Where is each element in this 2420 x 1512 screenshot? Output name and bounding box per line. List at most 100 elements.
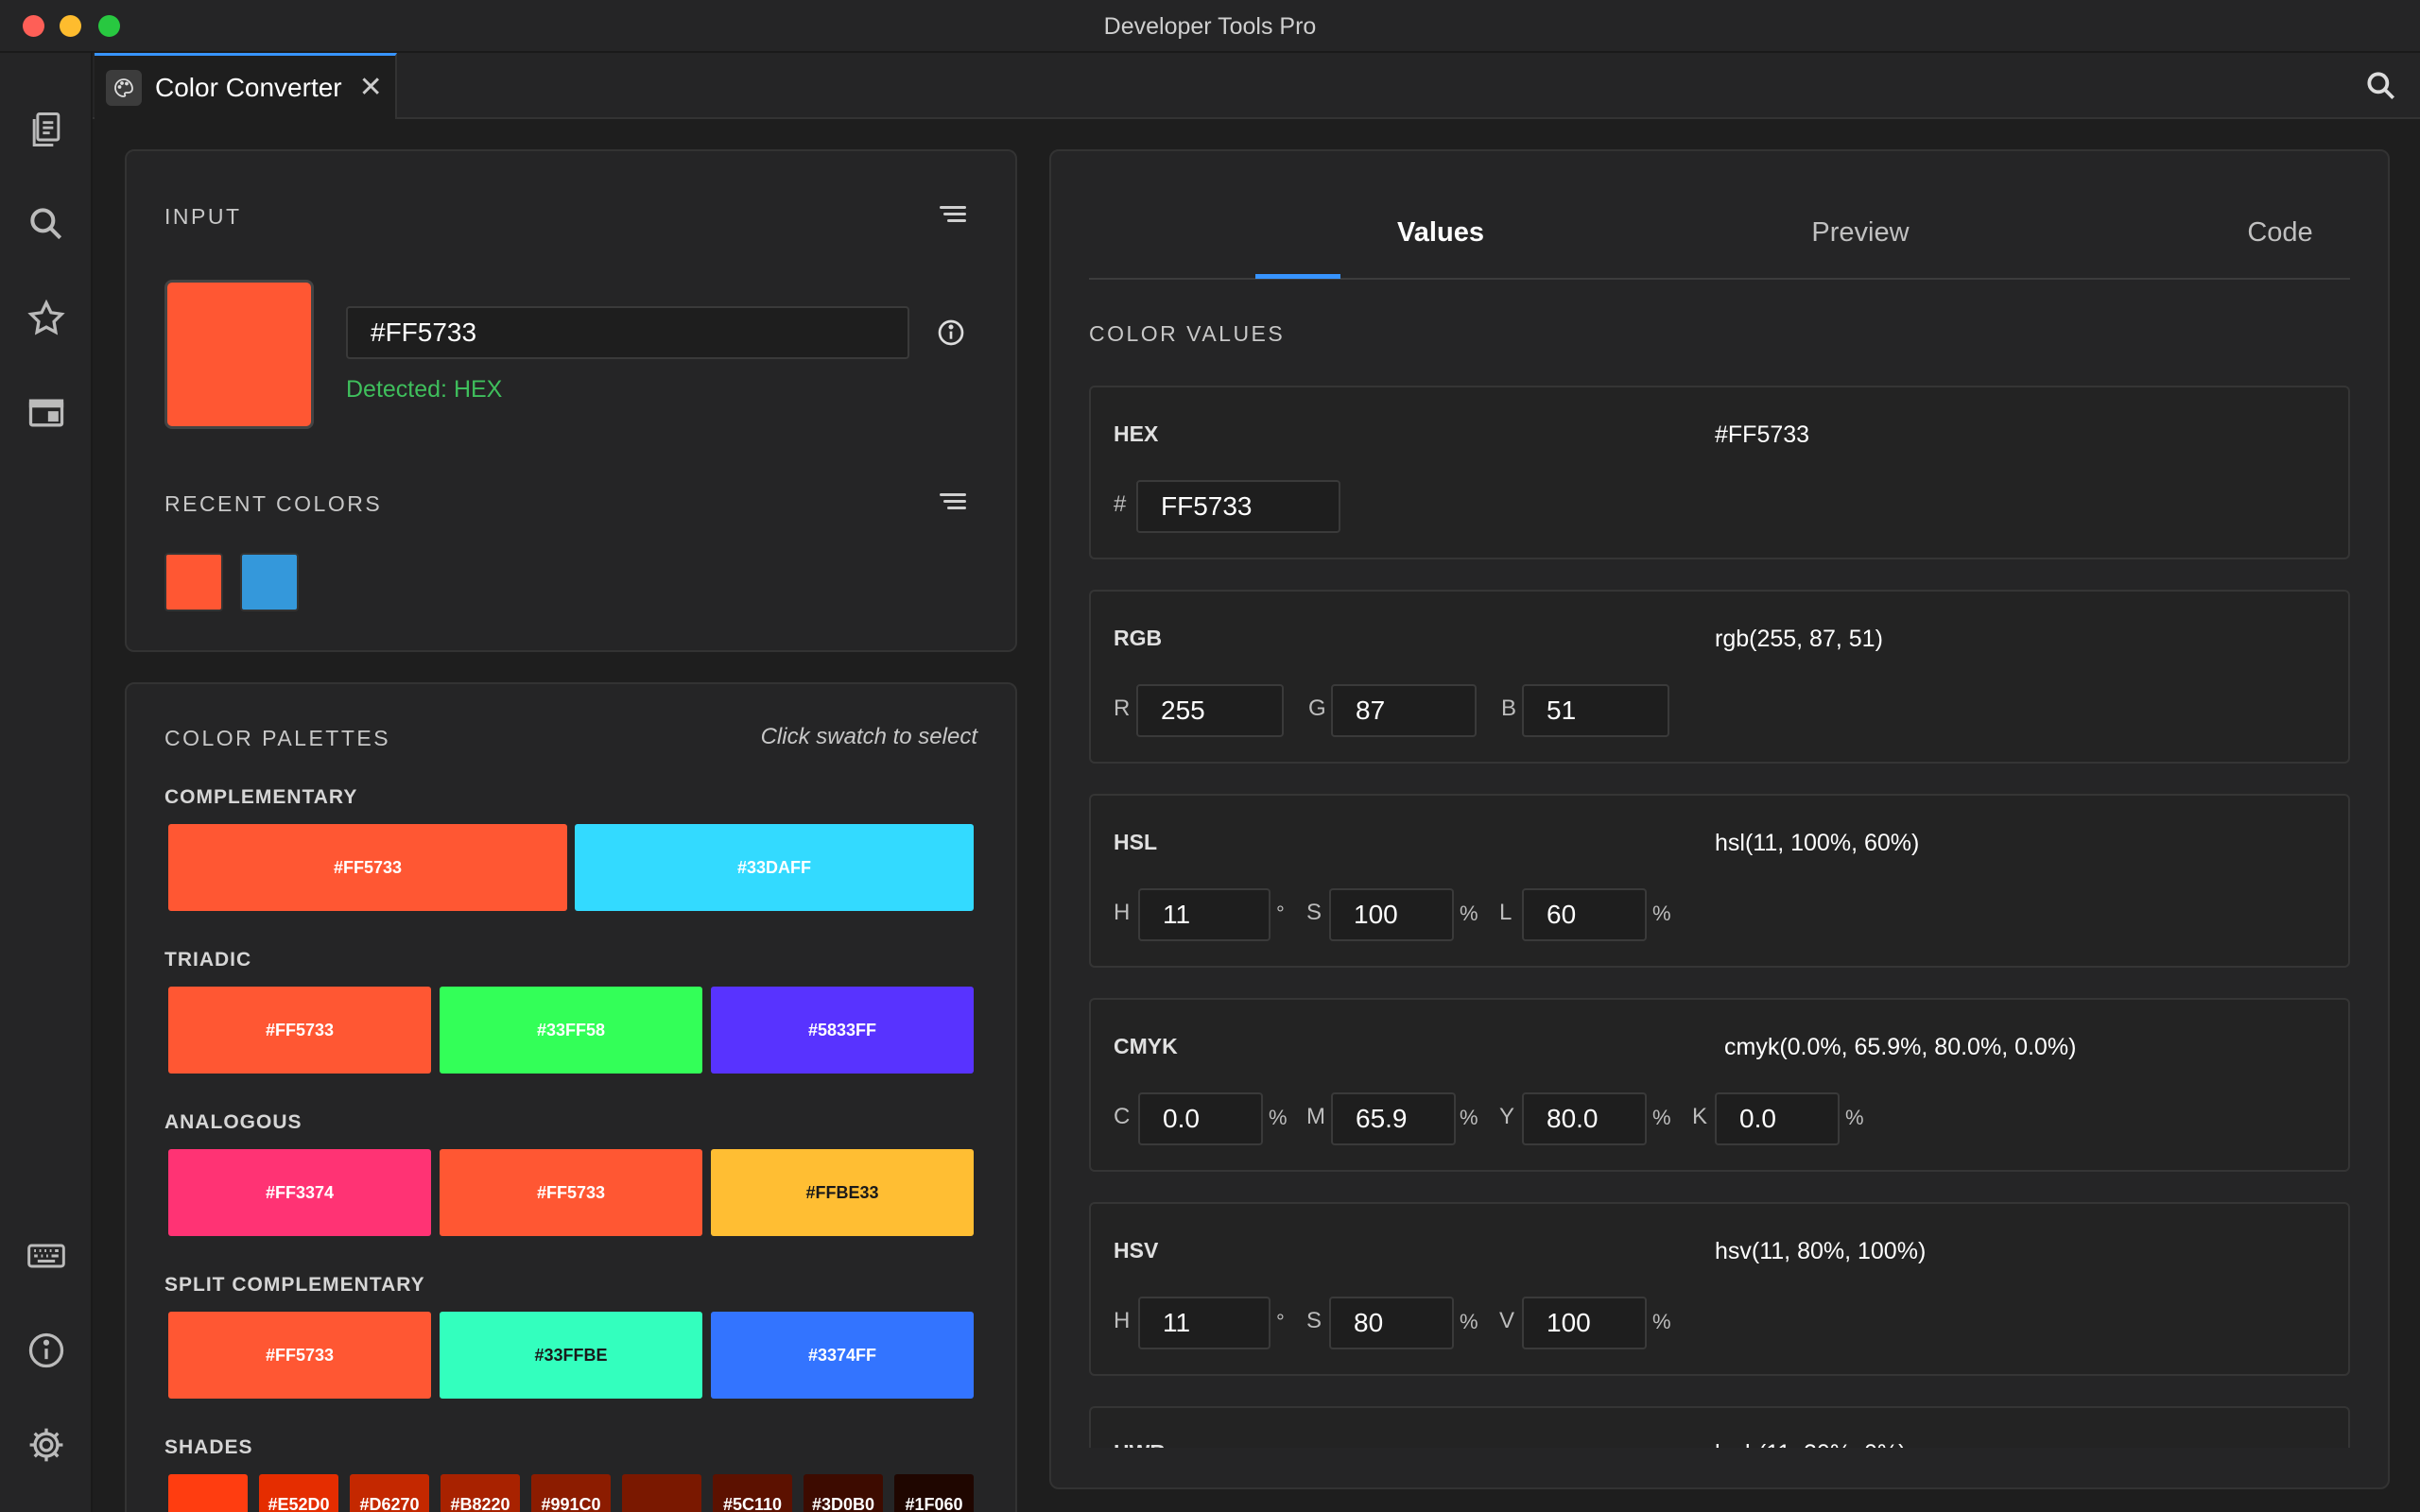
g-label: G bbox=[1308, 696, 1326, 721]
palette-label-analogous: ANALOGOUS bbox=[164, 1111, 302, 1133]
editor-tab-bar: Color Converter ✕ bbox=[93, 53, 2420, 119]
shade-swatch[interactable]: #1F060 bbox=[894, 1474, 974, 1512]
cmyk-string[interactable]: cmyk(0.0%, 65.9%, 80.0%, 0.0%) bbox=[1724, 1034, 2076, 1061]
hsl-l-field[interactable]: 60 bbox=[1522, 888, 1647, 941]
tab-preview[interactable]: Preview bbox=[1719, 217, 2002, 249]
percent-unit: % bbox=[1460, 902, 1478, 925]
rgb-value-card: RGB rgb(255, 87, 51) R 255 G 87 B 51 bbox=[1089, 590, 2350, 764]
palette-swatch[interactable]: #33FFBE bbox=[440, 1312, 702, 1399]
shade-swatch[interactable]: #3D0B0 bbox=[804, 1474, 883, 1512]
percent-unit: % bbox=[1460, 1310, 1478, 1333]
y-field[interactable]: 80.0 bbox=[1522, 1092, 1647, 1145]
b-field[interactable]: 51 bbox=[1522, 684, 1669, 737]
s-label: S bbox=[1306, 900, 1322, 925]
hsl-h-field[interactable]: 11 bbox=[1138, 888, 1270, 941]
hwb-string[interactable]: hwb(11, 20%, 0%) bbox=[1715, 1440, 1906, 1448]
hsv-label: HSV bbox=[1114, 1238, 1159, 1263]
shade-swatch[interactable]: #D6270 bbox=[350, 1474, 429, 1512]
search-icon[interactable] bbox=[2363, 68, 2399, 104]
explorer-icon[interactable] bbox=[23, 106, 70, 153]
hsv-s-field[interactable]: 80 bbox=[1329, 1297, 1454, 1349]
b-label: B bbox=[1501, 696, 1517, 721]
recent-colors-menu-icon[interactable] bbox=[940, 493, 966, 512]
palette-swatch[interactable]: #FF5733 bbox=[168, 824, 567, 911]
hex-label: HEX bbox=[1114, 421, 1159, 446]
percent-unit: % bbox=[1845, 1106, 1864, 1129]
shade-swatch[interactable]: #B8220 bbox=[441, 1474, 520, 1512]
window-icon[interactable] bbox=[23, 389, 70, 437]
hsv-value-card: HSV hsv(11, 80%, 100%) H 11 ° S 80 % V 1… bbox=[1089, 1202, 2350, 1376]
palette-swatch[interactable]: #33FF58 bbox=[440, 987, 702, 1074]
settings-gear-icon[interactable] bbox=[23, 1421, 70, 1469]
hsl-string[interactable]: hsl(11, 100%, 60%) bbox=[1715, 830, 1919, 857]
shade-swatch[interactable]: #E52D0 bbox=[259, 1474, 338, 1512]
palette-swatch[interactable]: #FF5733 bbox=[168, 987, 431, 1074]
tab-values[interactable]: Values bbox=[1299, 217, 1582, 249]
palette-swatch[interactable]: #FF3374 bbox=[168, 1149, 431, 1236]
search-icon[interactable] bbox=[23, 200, 70, 248]
palette-icon bbox=[106, 69, 142, 106]
palette-swatch[interactable]: #FF5733 bbox=[440, 1149, 702, 1236]
palette-label-shades: SHADES bbox=[164, 1436, 253, 1458]
percent-unit: % bbox=[1652, 902, 1671, 925]
palette-swatch[interactable]: #FFBE33 bbox=[711, 1149, 974, 1236]
shade-swatch[interactable]: #5C110 bbox=[713, 1474, 792, 1512]
palette-label-complementary: COMPLEMENTARY bbox=[164, 786, 358, 808]
tab-close-icon[interactable]: ✕ bbox=[359, 71, 383, 104]
h-label: H bbox=[1114, 1308, 1131, 1333]
palette-swatch[interactable]: #3374FF bbox=[711, 1312, 974, 1399]
hex-value-card: HEX #FF5733 # FF5733 bbox=[1089, 386, 2350, 559]
degree-unit: ° bbox=[1276, 1310, 1285, 1333]
palettes-section-title: COLOR PALETTES bbox=[164, 726, 391, 750]
window-title: Developer Tools Pro bbox=[1103, 13, 1317, 40]
palette-swatch[interactable]: #33DAFF bbox=[575, 824, 974, 911]
palette-label-triadic: TRIADIC bbox=[164, 949, 252, 971]
color-input-field[interactable]: #FF5733 bbox=[346, 306, 909, 359]
tab-color-converter[interactable]: Color Converter ✕ bbox=[95, 53, 397, 119]
percent-unit: % bbox=[1652, 1310, 1671, 1333]
rgb-string[interactable]: rgb(255, 87, 51) bbox=[1715, 626, 1883, 653]
hsv-v-field[interactable]: 100 bbox=[1522, 1297, 1647, 1349]
cmyk-label: CMYK bbox=[1114, 1034, 1178, 1058]
h-label: H bbox=[1114, 900, 1131, 925]
hex-string[interactable]: #FF5733 bbox=[1715, 421, 1809, 449]
hsl-s-field[interactable]: 100 bbox=[1329, 888, 1454, 941]
info-icon[interactable] bbox=[936, 318, 966, 348]
hsv-h-field[interactable]: 11 bbox=[1138, 1297, 1270, 1349]
r-field[interactable]: 255 bbox=[1136, 684, 1284, 737]
recent-color-swatch[interactable] bbox=[164, 553, 223, 611]
star-icon[interactable] bbox=[23, 295, 70, 342]
g-field[interactable]: 87 bbox=[1331, 684, 1477, 737]
tab-code[interactable]: Code bbox=[2138, 217, 2420, 249]
percent-unit: % bbox=[1460, 1106, 1478, 1129]
hex-field[interactable]: FF5733 bbox=[1136, 480, 1340, 533]
hwb-card-clip: HWB hwb(11, 20%, 0%) bbox=[1089, 1406, 2350, 1448]
m-label: M bbox=[1306, 1104, 1325, 1129]
hsv-string[interactable]: hsv(11, 80%, 100%) bbox=[1715, 1238, 1926, 1265]
input-menu-icon[interactable] bbox=[940, 206, 966, 225]
m-field[interactable]: 65.9 bbox=[1331, 1092, 1456, 1145]
keyboard-icon[interactable] bbox=[23, 1232, 70, 1280]
percent-unit: % bbox=[1652, 1106, 1671, 1129]
recent-color-swatch[interactable] bbox=[240, 553, 299, 611]
r-label: R bbox=[1114, 696, 1131, 721]
current-color-swatch[interactable] bbox=[164, 280, 314, 429]
shade-swatch[interactable] bbox=[168, 1474, 248, 1512]
shade-swatch[interactable]: #991C0 bbox=[531, 1474, 611, 1512]
cmyk-value-card: CMYK cmyk(0.0%, 65.9%, 80.0%, 0.0%) C 0.… bbox=[1089, 998, 2350, 1172]
hsl-value-card: HSL hsl(11, 100%, 60%) H 11 ° S 100 % L … bbox=[1089, 794, 2350, 968]
activity-bar bbox=[0, 53, 93, 1512]
k-field[interactable]: 0.0 bbox=[1715, 1092, 1840, 1145]
rgb-label: RGB bbox=[1114, 626, 1163, 650]
l-label: L bbox=[1499, 900, 1512, 925]
c-field[interactable]: 0.0 bbox=[1138, 1092, 1263, 1145]
degree-unit: ° bbox=[1276, 902, 1285, 925]
shade-swatch[interactable] bbox=[622, 1474, 701, 1512]
detected-format-label: Detected: HEX bbox=[346, 376, 503, 403]
info-icon[interactable] bbox=[23, 1327, 70, 1374]
tab-label: Color Converter bbox=[155, 72, 342, 102]
active-tab-indicator bbox=[1255, 274, 1340, 279]
palette-swatch[interactable]: #5833FF bbox=[711, 987, 974, 1074]
y-label: Y bbox=[1499, 1104, 1515, 1129]
palette-swatch[interactable]: #FF5733 bbox=[168, 1312, 431, 1399]
